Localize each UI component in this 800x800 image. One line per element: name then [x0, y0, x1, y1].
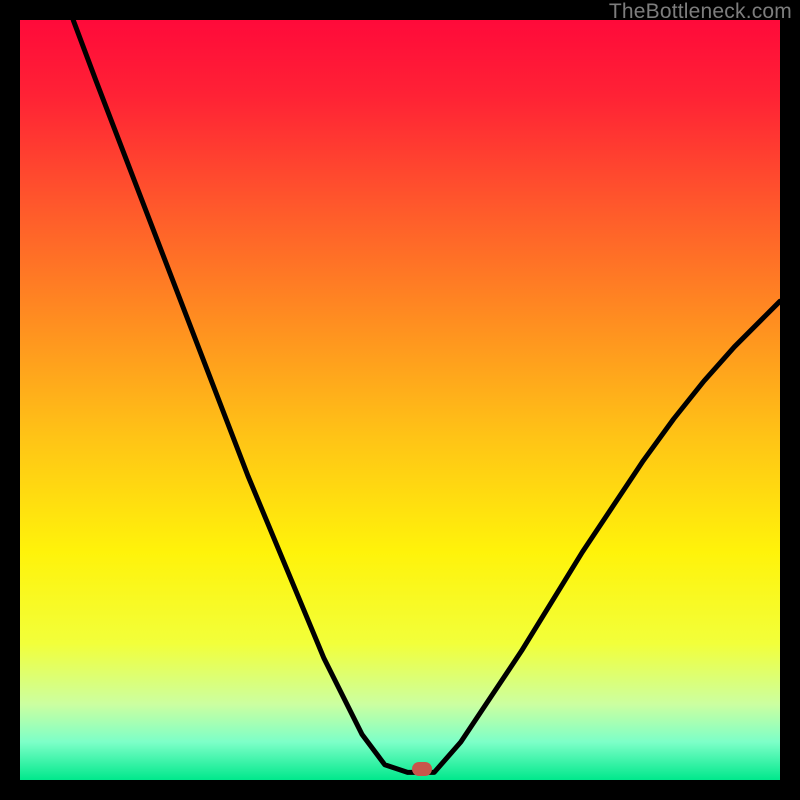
bottleneck-curve	[20, 20, 780, 780]
watermark-text: TheBottleneck.com	[609, 0, 792, 24]
chart-plot-area	[20, 20, 780, 780]
chart-frame: TheBottleneck.com	[0, 0, 800, 800]
minimum-marker	[412, 762, 432, 776]
